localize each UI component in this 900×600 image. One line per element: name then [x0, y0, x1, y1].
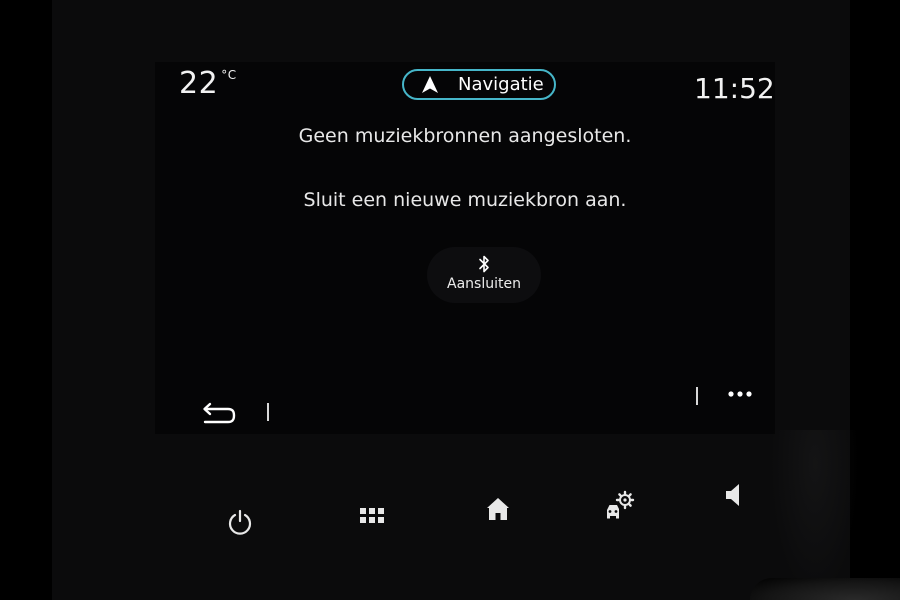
connect-button[interactable]: Aansluiten — [427, 247, 541, 303]
back-icon — [203, 402, 236, 424]
home-icon — [487, 498, 509, 520]
temperature-value: 22 — [179, 66, 219, 101]
volume-icon — [726, 484, 739, 506]
action-bar-separator-right — [696, 387, 698, 405]
connect-source-hint: Sluit een nieuwe muziekbron aan. — [303, 189, 627, 211]
vehicle-settings-icon — [607, 490, 635, 519]
power-button[interactable] — [226, 508, 254, 536]
volume-button[interactable] — [724, 482, 744, 508]
navigation-label: Navigatie — [458, 74, 544, 95]
apps-button[interactable] — [360, 507, 384, 525]
knob-reflection — [770, 430, 860, 600]
connect-button-label: Aansluiten — [447, 276, 521, 292]
power-icon — [228, 509, 252, 535]
bluetooth-icon — [479, 255, 489, 273]
clock: 11:52 — [694, 72, 775, 105]
back-button[interactable] — [200, 401, 238, 429]
more-options-button[interactable] — [726, 386, 754, 402]
navigation-button[interactable]: Navigatie — [402, 69, 556, 100]
temperature-unit: °C — [221, 68, 237, 82]
navigation-arrow-icon — [422, 75, 438, 93]
apps-grid-icon — [360, 508, 384, 523]
no-sources-message: Geen muziekbronnen aangesloten. — [298, 125, 632, 147]
home-button[interactable] — [486, 497, 510, 521]
vehicle-settings-button[interactable] — [604, 490, 636, 520]
more-options-icon — [728, 391, 752, 397]
temperature-readout: 22 °C — [179, 66, 237, 101]
rotary-knob[interactable] — [750, 578, 900, 600]
action-bar-separator-left — [267, 403, 269, 421]
